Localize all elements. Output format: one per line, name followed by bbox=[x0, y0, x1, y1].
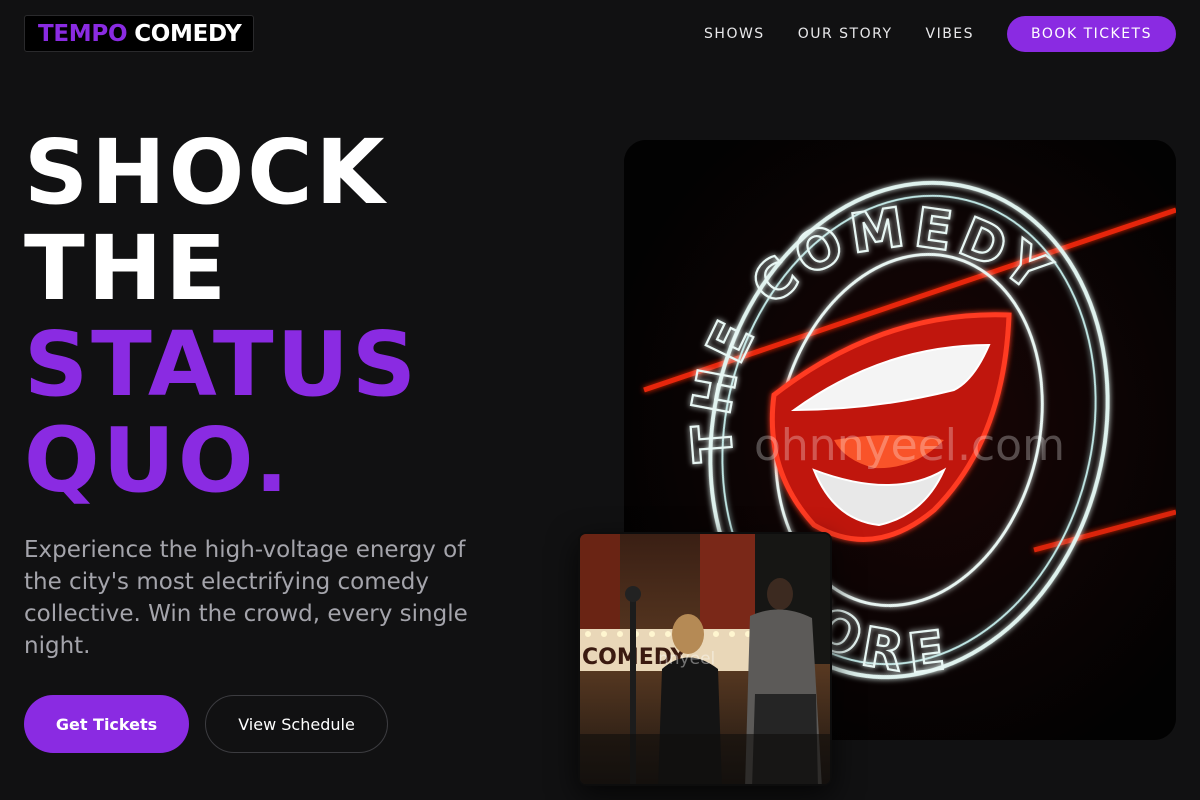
headline-line-4: QUO. bbox=[24, 408, 292, 512]
photo-watermark: nnyeel bbox=[658, 649, 715, 669]
logo[interactable]: TEMPO COMEDY bbox=[24, 15, 254, 52]
nav-link-our-story[interactable]: OUR STORY bbox=[798, 26, 893, 42]
get-tickets-button[interactable]: Get Tickets bbox=[24, 695, 189, 753]
nav-link-vibes[interactable]: VIBES bbox=[926, 26, 975, 42]
landing-page: TEMPO COMEDY SHOWS OUR STORY VIBES BOOK … bbox=[0, 0, 1200, 800]
headline-line-3: STATUS bbox=[24, 312, 419, 416]
hero-description: Experience the high-voltage energy of th… bbox=[24, 537, 468, 659]
logo-part-comedy: COMEDY bbox=[134, 20, 242, 47]
logo-part-tempo: TEMPO bbox=[38, 20, 128, 47]
nav-link-shows[interactable]: SHOWS bbox=[704, 26, 765, 42]
book-tickets-button[interactable]: BOOK TICKETS bbox=[1007, 16, 1176, 52]
headline-line-1: SHOCK bbox=[24, 120, 388, 224]
image-watermark: ohnnyeel.com bbox=[754, 420, 1065, 471]
headline-line-2: THE bbox=[24, 216, 229, 320]
hero-headline: SHOCK THE STATUS QUO. bbox=[24, 124, 419, 508]
view-schedule-button[interactable]: View Schedule bbox=[205, 695, 388, 753]
main-nav: SHOWS OUR STORY VIBES BOOK TICKETS bbox=[704, 16, 1176, 52]
crowd-photo: COMEDY nnyeel bbox=[578, 532, 832, 786]
